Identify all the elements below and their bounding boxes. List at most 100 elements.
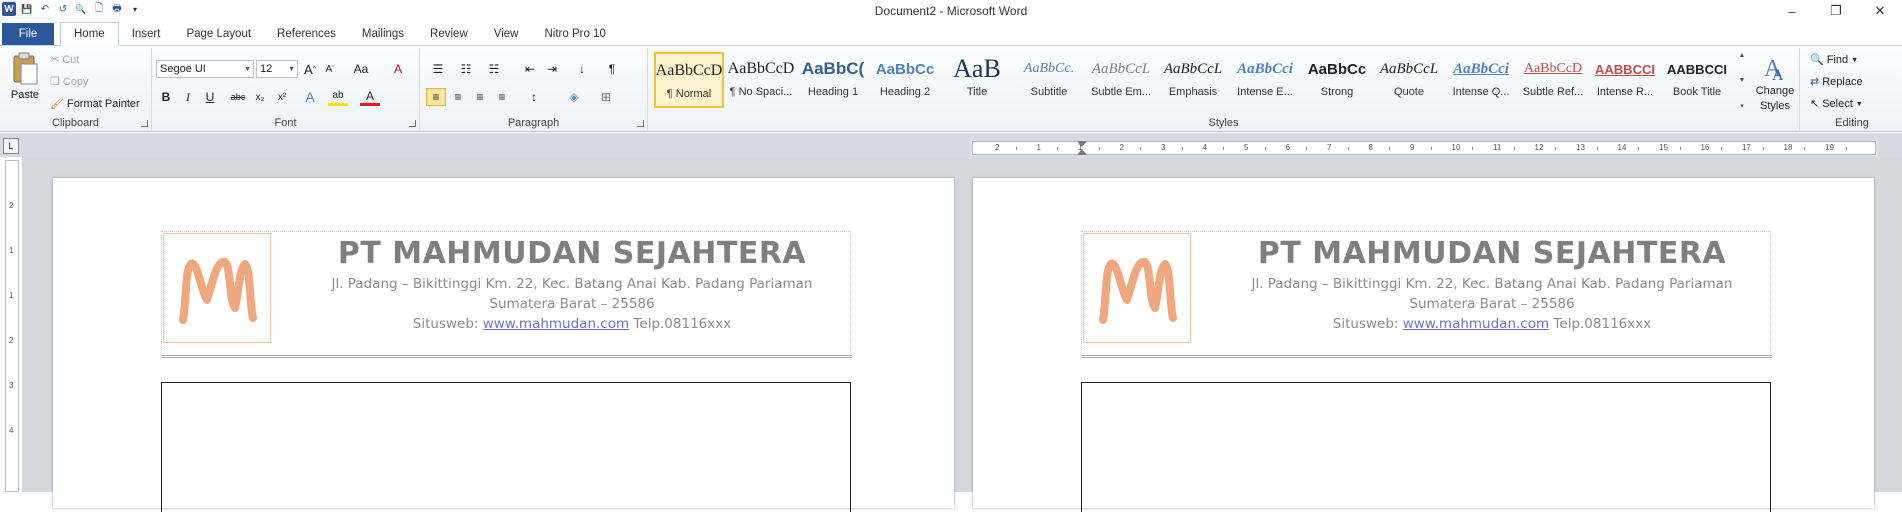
vertical-ruler[interactable]: 2 1 1 2 3 4 (5, 160, 19, 492)
style-strong[interactable]: AaBbCc Strong (1302, 52, 1372, 108)
bullets-button[interactable]: ☰ (428, 60, 448, 78)
font-launcher-icon[interactable] (409, 120, 416, 127)
align-right-button[interactable]: ≡ (470, 88, 490, 106)
editing-group: 🔍 Find ▼ ⇄ Replace ↖ Select ▼ Editing (1802, 48, 1902, 130)
style-heading-1[interactable]: AaBbC(Heading 1 (798, 52, 868, 108)
style-book-title[interactable]: AABBCCI Book Title (1662, 52, 1732, 108)
find-button[interactable]: 🔍 Find ▼ (1810, 54, 1858, 66)
ruler-tick (1804, 147, 1806, 150)
letterhead[interactable]: PT MAHMUDAN SEJAHTERA Jl. Padang – Bikit… (1081, 231, 1772, 358)
style-intense-emphasis[interactable]: AaBbCci Intense E... (1230, 52, 1300, 108)
line-spacing-button[interactable]: ↕ (524, 88, 544, 106)
replace-button[interactable]: ⇄ Replace (1810, 76, 1863, 88)
style-subtitle[interactable]: AaBbCc. Subtitle (1014, 52, 1084, 108)
select-button[interactable]: ↖ Select ▼ (1810, 98, 1863, 110)
change-case-button[interactable]: Aa (348, 60, 374, 78)
style-subtle-emphasis-preview: AaBbCcL (1091, 60, 1151, 77)
numbering-button[interactable]: ☷ (456, 60, 476, 78)
tab-page-layout[interactable]: Page Layout (173, 23, 264, 45)
company-name: PT MAHMUDAN SEJAHTERA (1257, 236, 1727, 271)
page-2[interactable]: PT MAHMUDAN SEJAHTERA Jl. Padang – Bikit… (973, 178, 1874, 512)
italic-button[interactable]: I (178, 88, 198, 106)
ruler-number: 4 (9, 426, 14, 435)
gallery-down-icon[interactable]: ▼ (1739, 77, 1746, 84)
style-subtle-reference[interactable]: AaBbCcD Subtle Ref... (1518, 52, 1588, 108)
subscript-button[interactable]: x₂ (250, 88, 270, 106)
increase-indent-button[interactable]: ⇥ (542, 60, 562, 78)
style-intense-reference[interactable]: AABBCCI Intense R... (1590, 52, 1660, 108)
style-title[interactable]: AaB Title (942, 52, 1012, 108)
tab-nitro-pro[interactable]: Nitro Pro 10 (531, 23, 618, 45)
gallery-up-icon[interactable]: ▲ (1739, 52, 1746, 59)
multilevel-list-button[interactable]: ☵ (484, 60, 504, 78)
grow-font-button[interactable]: A ^ (300, 60, 320, 78)
replace-label: Replace (1822, 76, 1863, 88)
underline-button[interactable]: U (200, 88, 220, 106)
tab-insert[interactable]: Insert (119, 23, 174, 45)
select-label: Select (1822, 98, 1853, 110)
format-painter-button[interactable]: 🖌 Format Painter (50, 98, 140, 110)
shrink-font-button[interactable]: Aˇ (320, 60, 340, 78)
style-subtle-emphasis[interactable]: AaBbCcL Subtle Em... (1086, 52, 1156, 108)
tab-view[interactable]: View (481, 23, 532, 45)
styles-gallery-scroll[interactable]: ▲ ▼ ▾ (1736, 52, 1748, 110)
align-center-button[interactable]: ≡ (448, 88, 468, 106)
change-styles-label-line2: Styles (1760, 100, 1790, 112)
bold-button[interactable]: B (156, 88, 176, 106)
tab-home[interactable]: Home (60, 22, 119, 46)
tab-mailings[interactable]: Mailings (349, 23, 417, 45)
change-styles-button[interactable]: A A Change Styles (1752, 52, 1798, 112)
paste-button[interactable]: Paste (8, 52, 42, 101)
website-link[interactable]: www.mahmudan.com (1403, 316, 1549, 332)
change-styles-label-line1: Change (1755, 85, 1795, 97)
tab-references[interactable]: References (264, 23, 349, 45)
horizontal-ruler[interactable]: 2 1 1 2 3 4 5 6 7 8 9 10 11 12 13 14 15 16 17 18 19 (972, 141, 1876, 155)
tab-review[interactable]: Review (417, 23, 481, 45)
clipboard-launcher-icon[interactable] (141, 120, 148, 127)
style-quote[interactable]: AaBbCcL Quote (1374, 52, 1444, 108)
body-text-box[interactable] (161, 382, 851, 512)
paragraph-launcher-icon[interactable] (637, 120, 644, 127)
superscript-button[interactable]: x² (272, 88, 292, 106)
decrease-indent-button[interactable]: ⇤ (520, 60, 540, 78)
font-family-select[interactable]: Segoe UI ▼ (156, 60, 254, 78)
scissors-icon: ✂ (50, 53, 60, 66)
style-heading-2[interactable]: AaBbCc Heading 2 (870, 52, 940, 108)
body-text-box[interactable] (1081, 382, 1771, 512)
align-left-button[interactable]: ≡ (426, 88, 446, 106)
hanging-indent-marker[interactable] (1077, 149, 1087, 155)
style-normal[interactable]: AaBbCcD ¶ Normal (654, 52, 724, 108)
cut-button[interactable]: ✂ Cut (50, 54, 79, 66)
style-intense-quote[interactable]: AaBbCci Intense Q... (1446, 52, 1516, 108)
strikethrough-button[interactable]: abc (228, 88, 248, 106)
style-no-spacing[interactable]: AaBbCcD ¶ No Spaci... (726, 52, 796, 108)
style-emphasis[interactable]: AaBbCcL Emphasis (1158, 52, 1228, 108)
copy-button[interactable]: ❐ Copy (50, 76, 89, 88)
justify-button[interactable]: ≡ (492, 88, 512, 106)
page-1[interactable]: PT MAHMUDAN SEJAHTERA Jl. Padang – Bikit… (53, 178, 954, 512)
font-color-button[interactable]: A (360, 88, 380, 106)
style-heading-2-preview: AaBbCc (875, 60, 935, 78)
restore-button[interactable]: ❐ (1814, 0, 1858, 22)
gallery-more-icon[interactable]: ▾ (1740, 102, 1744, 110)
highlight-button[interactable]: ab (328, 88, 348, 106)
style-no-spacing-preview: AaBbCcD (727, 60, 795, 77)
tab-file[interactable]: File (2, 23, 54, 45)
close-button[interactable]: ✕ (1858, 0, 1902, 22)
ruler-number: 4 (1202, 143, 1207, 152)
sort-button[interactable]: ↓ (572, 60, 592, 78)
show-hide-button[interactable]: ¶ (602, 60, 622, 78)
editing-label: Editing (1835, 117, 1869, 129)
website-link[interactable]: www.mahmudan.com (483, 316, 629, 332)
font-size-select[interactable]: 12 ▼ (256, 60, 298, 78)
copy-label: Copy (62, 76, 89, 88)
borders-button[interactable]: ⊞ (596, 88, 616, 106)
text-effects-button[interactable]: A (300, 88, 320, 106)
shading-button[interactable]: ◈ (564, 88, 584, 106)
style-no-spacing-name: ¶ No Spaci... (729, 86, 793, 98)
clear-formatting-button[interactable]: A (388, 60, 408, 78)
letterhead[interactable]: PT MAHMUDAN SEJAHTERA Jl. Padang – Bikit… (161, 231, 852, 358)
tab-selector-button[interactable]: L (3, 138, 19, 154)
first-line-indent-marker[interactable] (1077, 141, 1087, 147)
minimize-button[interactable]: – (1770, 0, 1814, 22)
